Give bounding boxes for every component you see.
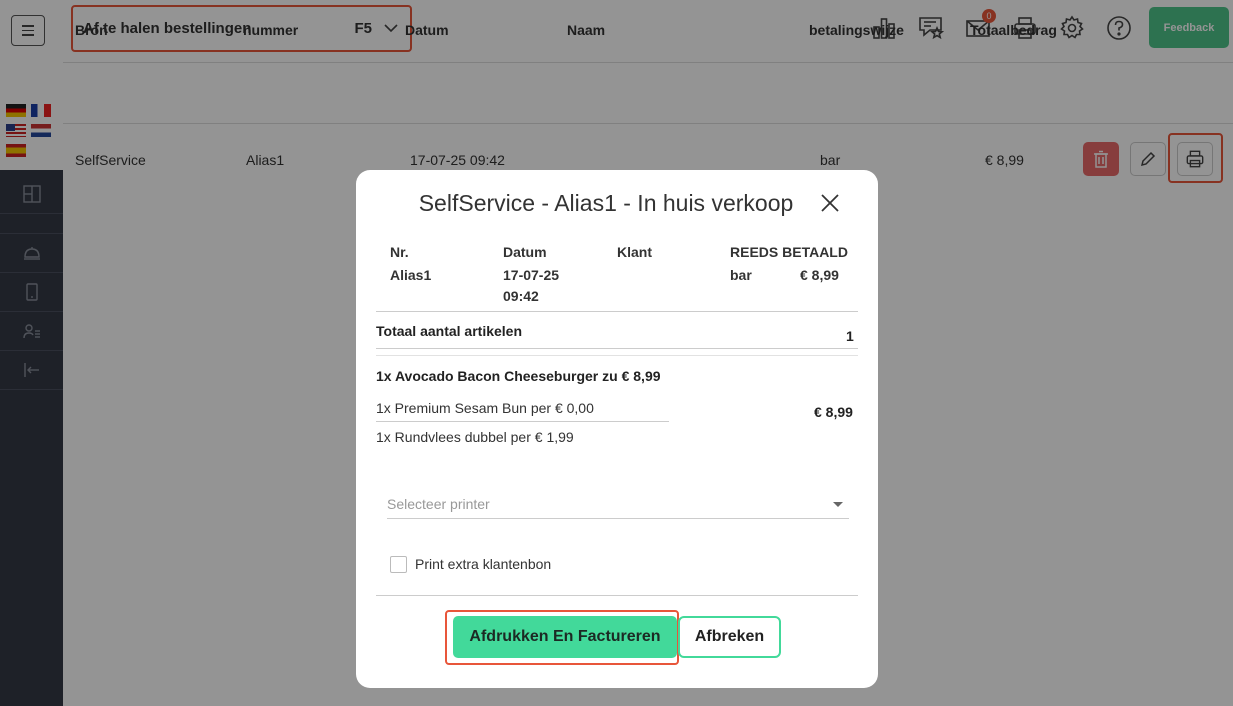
close-icon[interactable] [819,192,841,214]
order-sub-item: 1x Premium Sesam Bun per € 0,00 [376,400,594,416]
extra-receipt-checkbox[interactable] [390,556,407,573]
order-date-value: 17-07-25 [503,267,560,283]
extra-receipt-label[interactable]: Print extra klantenbon [415,556,551,572]
order-item-price: € 8,99 [814,404,853,420]
total-items-value: 1 [846,328,854,344]
customer-label: Klant [617,244,652,260]
total-items-label: Totaal aantal artikelen [376,323,523,339]
cancel-button[interactable]: Afbreken [678,616,781,658]
divider [376,348,858,349]
payment-method-value: bar [730,267,752,283]
order-sub-item: 1x Rundvlees dubbel per € 1,99 [376,429,574,445]
order-item: 1x Avocado Bacon Cheeseburger zu € 8,99 [376,368,661,384]
order-number-label: Nr. [390,244,409,260]
order-date-label: Datum [503,244,547,260]
order-time-value: 09:42 [503,288,539,304]
paid-label: REEDS BETAALD [730,244,848,260]
printer-select[interactable]: Selecteer printer [387,496,849,519]
dropdown-arrow-icon [833,502,843,507]
print-invoice-dialog: SelfService - Alias1 - In huis verkoop N… [356,170,878,688]
printer-select-placeholder: Selecteer printer [387,496,490,512]
divider [376,421,669,422]
divider [376,595,858,596]
divider [376,355,858,356]
paid-amount-value: € 8,99 [800,267,839,283]
order-number-value: Alias1 [390,267,432,283]
dialog-title: SelfService - Alias1 - In huis verkoop [418,190,794,216]
print-and-invoice-button[interactable]: Afdrukken En Factureren [453,616,677,658]
divider [376,311,858,312]
